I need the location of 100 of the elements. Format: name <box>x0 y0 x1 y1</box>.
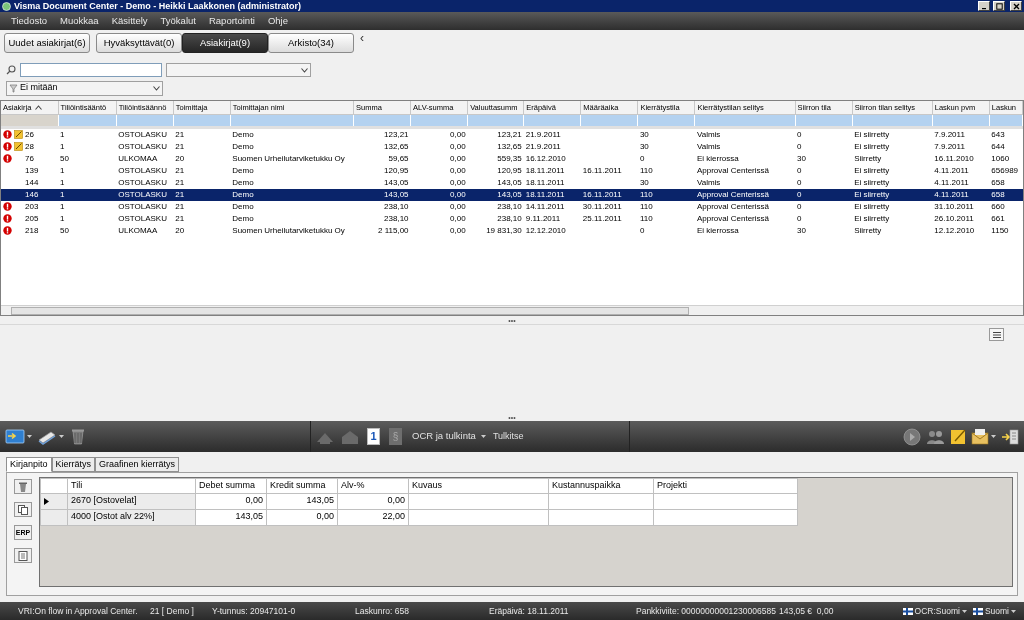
page-number-button[interactable]: 1 <box>367 428 380 445</box>
house-button[interactable] <box>339 428 361 445</box>
ocr-menu-button[interactable]: OCR ja tulkinta <box>412 429 486 444</box>
table-cell: 238,10 <box>497 201 522 211</box>
table-cell: 0,00 <box>387 495 405 506</box>
table-cell: Ei siirretty <box>854 201 890 211</box>
minimize-button[interactable] <box>978 1 990 11</box>
table-cell: 0,00 <box>450 177 466 187</box>
table-cell: 1 <box>60 141 65 151</box>
table-cell: 21.9.2011 <box>525 129 561 139</box>
category-dropdown[interactable] <box>166 63 311 77</box>
table-cell: 4.11.2011 <box>934 177 969 187</box>
table-cell: 658 <box>991 177 1005 187</box>
mail-icon <box>971 428 989 445</box>
tab[interactable]: Asiakirjat(9) <box>182 33 268 53</box>
table-cell: 0,00 <box>450 141 466 151</box>
interpret-button[interactable]: Tulkitse <box>492 429 524 444</box>
table-cell: 12.12.2010 <box>525 225 566 235</box>
table-cell: 2670 [Ostovelat] <box>71 495 137 506</box>
menu-item[interactable]: Käsittely <box>106 12 153 30</box>
menu-item[interactable]: Tiedosto <box>6 12 53 30</box>
window-arrow-button[interactable] <box>4 428 33 445</box>
table-cell: OSTOLASKU <box>118 213 167 223</box>
table-cell: OSTOLASKU <box>118 165 167 175</box>
table-cell: Approval Centerissä <box>696 213 769 223</box>
table-cell: 1 <box>60 129 65 139</box>
tab[interactable]: Graafinen kierrätys <box>95 457 180 472</box>
table-cell: 238,10 <box>384 201 409 211</box>
menu-item[interactable]: Työkalut <box>155 12 201 30</box>
table-cell: Demo <box>232 165 254 175</box>
table-cell: Approval Centerissä <box>696 165 769 175</box>
table-cell: Ei siirretty <box>854 141 890 151</box>
table-cell: 16.11.2011 <box>582 189 622 199</box>
table-cell: 4000 [Ostot alv 22%] <box>71 511 155 522</box>
maximize-icon <box>995 2 1003 10</box>
mail-button[interactable] <box>970 428 997 445</box>
maximize-button[interactable] <box>993 1 1005 11</box>
status-text: Eräpäivä: 18.11.2011 <box>489 604 570 618</box>
caret-icon <box>27 435 32 438</box>
table-cell: 123,21 <box>497 129 522 139</box>
export-button[interactable] <box>1000 427 1020 446</box>
table-cell: 123,21 <box>384 129 409 139</box>
table-cell: 0 <box>797 141 802 151</box>
table-cell: 22,00 <box>382 511 405 522</box>
table-cell: Ei kierrossa <box>696 153 739 163</box>
table-cell: 644 <box>991 141 1005 151</box>
table-cell: 50 <box>60 225 69 235</box>
status-text: 21 [ Demo ] <box>150 604 195 618</box>
ocr-language-dropdown[interactable]: OCR:Suomi <box>902 604 967 618</box>
table-cell: 661 <box>991 213 1005 223</box>
menu-item[interactable]: Raportointi <box>203 12 260 30</box>
caret-icon <box>480 435 486 438</box>
table-cell: 0,00 <box>245 495 263 506</box>
app-icon <box>2 1 11 11</box>
note-icon <box>950 428 966 445</box>
table-cell: 146 <box>25 188 39 201</box>
tab[interactable]: Uudet asiakirjat(6) <box>4 33 90 53</box>
table-cell: Demo <box>232 141 254 151</box>
menu-item[interactable]: Ohje <box>262 12 293 30</box>
table-cell: 4.11.2011 <box>934 189 969 199</box>
table-cell: 143,05 <box>384 189 409 199</box>
tab[interactable]: Hyväksyttävät(0) <box>96 33 182 53</box>
table-cell: 26.10.2011 <box>934 213 974 223</box>
close-icon <box>1012 2 1020 10</box>
copy-button[interactable] <box>14 502 32 517</box>
table-cell: 0,00 <box>450 201 466 211</box>
note-button[interactable] <box>949 428 967 445</box>
table-cell: 0 <box>797 201 802 211</box>
filter-dropdown[interactable]: Ei mitään <box>6 80 163 96</box>
table-cell: 0,00 <box>450 165 466 175</box>
table-cell: 0,00 <box>450 129 466 139</box>
close-button[interactable] <box>1010 1 1022 11</box>
table-cell: 120,95 <box>384 165 409 175</box>
search-field[interactable] <box>20 63 162 77</box>
document-button[interactable] <box>14 548 32 563</box>
table-cell: 132,65 <box>384 141 409 151</box>
delete-button[interactable] <box>14 479 32 494</box>
table-cell: 238,10 <box>384 213 409 223</box>
document-icon <box>18 550 28 561</box>
status-text: Pankkiviite: 00000000001230006585 <box>636 604 777 618</box>
menu-item[interactable]: Muokkaa <box>55 12 104 30</box>
horizontal-scrollbar[interactable] <box>1 305 1023 315</box>
table-cell: 2 115,00 <box>378 225 409 235</box>
table-cell: 143,05 <box>306 495 334 506</box>
table-cell: 16.12.2010 <box>525 153 566 163</box>
table-cell: 21 <box>175 165 185 175</box>
users-button[interactable] <box>925 428 946 445</box>
flag-icon <box>902 607 913 615</box>
table-cell: 660 <box>991 201 1005 211</box>
table-cell: 26 <box>25 128 34 141</box>
caret-icon <box>961 609 967 613</box>
language-dropdown[interactable]: Suomi <box>972 604 1016 618</box>
tab[interactable]: Kierrätys <box>51 457 96 472</box>
tab[interactable]: Kirjanpito <box>6 457 52 472</box>
play-button[interactable] <box>902 427 922 446</box>
table-cell: 205 <box>25 212 39 225</box>
collapse-button[interactable]: ‹ <box>360 32 364 44</box>
list-options-button[interactable] <box>989 328 1004 341</box>
table-cell: 21 <box>175 213 185 223</box>
tab[interactable]: Arkisto(34) <box>268 33 354 53</box>
